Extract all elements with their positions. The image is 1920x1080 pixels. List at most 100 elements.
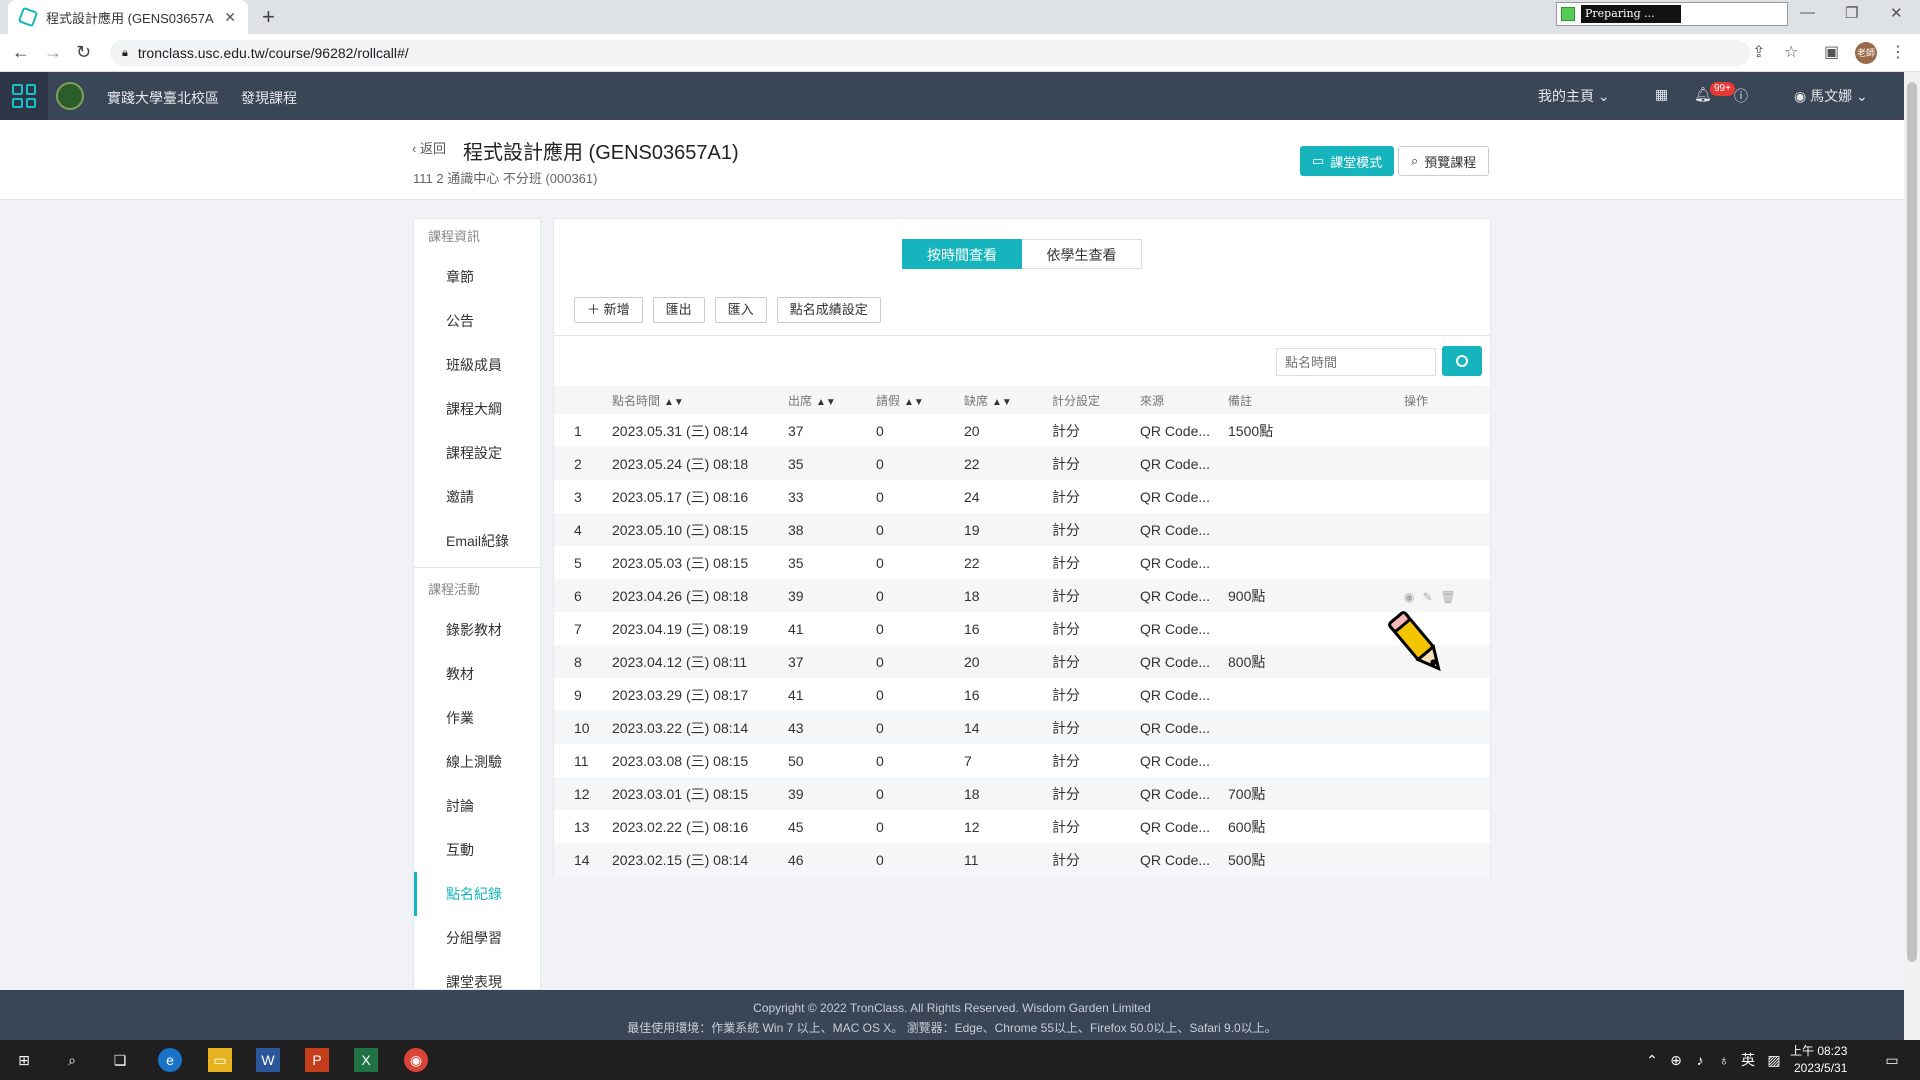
back-arrow-icon[interactable]: ← — [12, 42, 30, 63]
sidebar-item-members[interactable]: 班級成員 — [414, 343, 540, 387]
reload-icon[interactable]: ↻ — [76, 42, 91, 63]
col-absent[interactable]: 缺席 ▲▼ — [964, 386, 1052, 414]
share-icon[interactable]: ⇪ — [1752, 42, 1765, 62]
windows-start-icon[interactable]: ⊞ — [12, 1048, 36, 1072]
browser-profile-avatar[interactable]: 老師 — [1855, 42, 1877, 64]
apps-grid-icon[interactable] — [0, 72, 48, 120]
table-row[interactable]: 10 2023.03.22 (三) 08:14 43 0 14 計分 QR Code... — [554, 711, 1490, 744]
ime-language[interactable]: 英 — [1736, 1048, 1760, 1072]
sidebar-item-syllabus[interactable]: 課程大綱 — [414, 387, 540, 431]
classroom-mode-button[interactable]: ▭ 課堂模式 — [1300, 146, 1395, 176]
chrome-icon[interactable]: ◉ — [404, 1048, 428, 1072]
calendar-icon[interactable]: ▦ — [1655, 86, 1668, 103]
volume-icon[interactable]: ♪ — [1688, 1048, 1712, 1072]
row-attended: 38 — [788, 513, 876, 546]
sidebar-item-discussion[interactable]: 討論 — [414, 784, 540, 828]
tray-chevron-up-icon[interactable]: ⌃ — [1640, 1048, 1664, 1072]
user-menu[interactable]: ◉ 馬文娜 ⌄ — [1794, 86, 1868, 106]
preview-course-button[interactable]: ⌕ 預覽課程 — [1398, 146, 1490, 176]
browser-menu-icon[interactable]: ⋮ — [1890, 42, 1906, 62]
table-row[interactable]: 11 2023.03.08 (三) 08:15 50 0 7 計分 QR Code... — [554, 744, 1490, 777]
task-view-icon[interactable]: ❏ — [108, 1048, 132, 1072]
table-row[interactable]: 6 2023.04.26 (三) 08:18 39 0 18 計分 QR Code... 90… — [554, 579, 1490, 612]
url-field[interactable]: 🔒︎ tronclass.usc.edu.tw/course/96282/rol… — [110, 40, 1750, 66]
microphone-icon[interactable]: ♁ — [1712, 1048, 1736, 1072]
back-link[interactable]: ‹ 返回 — [412, 138, 446, 157]
nav-campus[interactable]: 實踐大學臺北校區 — [107, 88, 219, 108]
bookmark-star-icon[interactable]: ☆ — [1784, 42, 1798, 62]
row-rollcall-time: 2023.05.03 (三) 08:15 — [612, 554, 749, 571]
export-button[interactable]: 匯出 — [652, 297, 705, 323]
help-icon[interactable]: ⓘ — [1734, 86, 1748, 106]
side-panel-icon[interactable]: ▣ — [1824, 42, 1839, 62]
input-mode-icon[interactable]: ▨ — [1762, 1048, 1786, 1072]
col-note: 備註 — [1228, 386, 1404, 414]
edge-icon[interactable]: e — [158, 1048, 182, 1072]
sort-icon[interactable]: ▲▼ — [664, 397, 684, 408]
table-row[interactable]: 2 2023.05.24 (三) 08:18 35 0 22 計分 QR Code... — [554, 447, 1490, 480]
notification-center-icon[interactable]: ▭ — [1880, 1048, 1904, 1072]
word-icon[interactable]: W — [256, 1048, 280, 1072]
forward-arrow-icon[interactable]: → — [44, 42, 62, 63]
table-row[interactable]: 12 2023.03.01 (三) 08:15 39 0 18 計分 QR Code... 7… — [554, 777, 1490, 810]
search-button[interactable] — [1442, 346, 1482, 376]
add-rollcall-button[interactable]: ＋ 新增 — [574, 297, 643, 323]
sidebar-item-videos[interactable]: 錄影教材 — [414, 608, 540, 652]
sidebar-item-group-learning[interactable]: 分組學習 — [414, 916, 540, 960]
restore-icon[interactable]: ❐ — [1845, 4, 1858, 22]
file-explorer-icon[interactable]: ▭ — [208, 1048, 232, 1072]
sidebar-item-class-performance[interactable]: 課堂表現 — [414, 960, 540, 989]
edit-icon[interactable]: ✎ — [1422, 590, 1432, 604]
sidebar-item-email-log[interactable]: Email紀錄 — [414, 519, 540, 563]
sidebar-item-materials[interactable]: 教材 — [414, 652, 540, 696]
nav-discover-courses[interactable]: 發現課程 — [241, 88, 297, 108]
sort-icon[interactable]: ▲▼ — [816, 397, 836, 408]
view-eye-icon[interactable]: ◉ — [1404, 590, 1414, 604]
new-tab-icon[interactable]: + — [262, 4, 275, 30]
sidebar-item-rollcall[interactable]: 點名紀錄 — [414, 872, 540, 916]
row-absent: 24 — [964, 488, 980, 505]
browser-tab[interactable]: 程式設計應用 (GENS03657A1) · ✕ — [8, 0, 248, 34]
network-icon[interactable]: ⊕ — [1664, 1048, 1688, 1072]
import-button[interactable]: 匯入 — [714, 297, 767, 323]
page-scrollbar[interactable] — [1904, 72, 1920, 1040]
table-row[interactable]: 13 2023.02.22 (三) 08:16 45 0 12 計分 QR Code... 6… — [554, 810, 1490, 843]
close-window-icon[interactable]: ✕ — [1890, 4, 1903, 22]
sort-icon[interactable]: ▲▼ — [992, 397, 1012, 408]
table-row[interactable]: 8 2023.04.12 (三) 08:11 37 0 20 計分 QR Code... 80… — [554, 645, 1490, 678]
table-row[interactable]: 14 2023.02.15 (三) 08:14 46 0 11 計分 QR Code... 5… — [554, 843, 1490, 876]
table-row[interactable]: 5 2023.05.03 (三) 08:15 35 0 22 計分 QR Code... — [554, 546, 1490, 579]
scrollbar-thumb[interactable] — [1907, 82, 1917, 962]
minimize-icon[interactable]: — — [1800, 4, 1815, 21]
table-row[interactable]: 4 2023.05.10 (三) 08:15 38 0 19 計分 QR Code... — [554, 513, 1490, 546]
col-leave[interactable]: 請假 ▲▼ — [876, 386, 964, 414]
view-by-student-tab[interactable]: 依學生查看 — [1022, 239, 1142, 269]
taskbar-clock[interactable]: 上午 08:23 2023/5/31 — [1790, 1043, 1847, 1077]
excel-icon[interactable]: X — [354, 1048, 378, 1072]
taskbar-search-icon[interactable]: ⌕ — [60, 1048, 84, 1072]
row-leave: 0 — [876, 843, 964, 876]
view-by-time-tab[interactable]: 按時間查看 — [902, 239, 1022, 269]
sidebar-item-online-quiz[interactable]: 線上測驗 — [414, 740, 540, 784]
table-row[interactable]: 9 2023.03.29 (三) 08:17 41 0 16 計分 QR Code... — [554, 678, 1490, 711]
rollcall-time-search-input[interactable] — [1276, 348, 1436, 376]
school-logo[interactable] — [56, 82, 84, 110]
col-attended[interactable]: 出席 ▲▼ — [788, 386, 876, 414]
table-row[interactable]: 1 2023.05.31 (三) 08:14 37 0 20 計分 QR Code... 15… — [554, 414, 1490, 447]
sidebar-item-invite[interactable]: 邀請 — [414, 475, 540, 519]
tab-close-icon[interactable]: ✕ — [224, 9, 236, 26]
rollcall-score-settings-button[interactable]: 點名成績設定 — [776, 297, 881, 323]
sidebar-item-homework[interactable]: 作業 — [414, 696, 540, 740]
course-subtitle: 111 2 通識中心 不分班 (000361) — [413, 171, 598, 186]
sort-icon[interactable]: ▲▼ — [904, 397, 924, 408]
sidebar-item-chapters[interactable]: 章節 — [414, 255, 540, 299]
sidebar-item-interaction[interactable]: 互動 — [414, 828, 540, 872]
powerpoint-icon[interactable]: P — [305, 1048, 329, 1072]
table-row[interactable]: 7 2023.04.19 (三) 08:19 41 0 16 計分 QR Code... — [554, 612, 1490, 645]
delete-trash-icon[interactable]: 🗑︎ — [1441, 590, 1456, 604]
sidebar-item-settings[interactable]: 課程設定 — [414, 431, 540, 475]
my-home-menu[interactable]: 我的主頁 ⌄ — [1538, 86, 1610, 106]
table-row[interactable]: 3 2023.05.17 (三) 08:16 33 0 24 計分 QR Code... — [554, 480, 1490, 513]
col-rollcall-time[interactable]: 點名時間 ▲▼ — [612, 386, 788, 414]
sidebar-item-announcements[interactable]: 公告 — [414, 299, 540, 343]
